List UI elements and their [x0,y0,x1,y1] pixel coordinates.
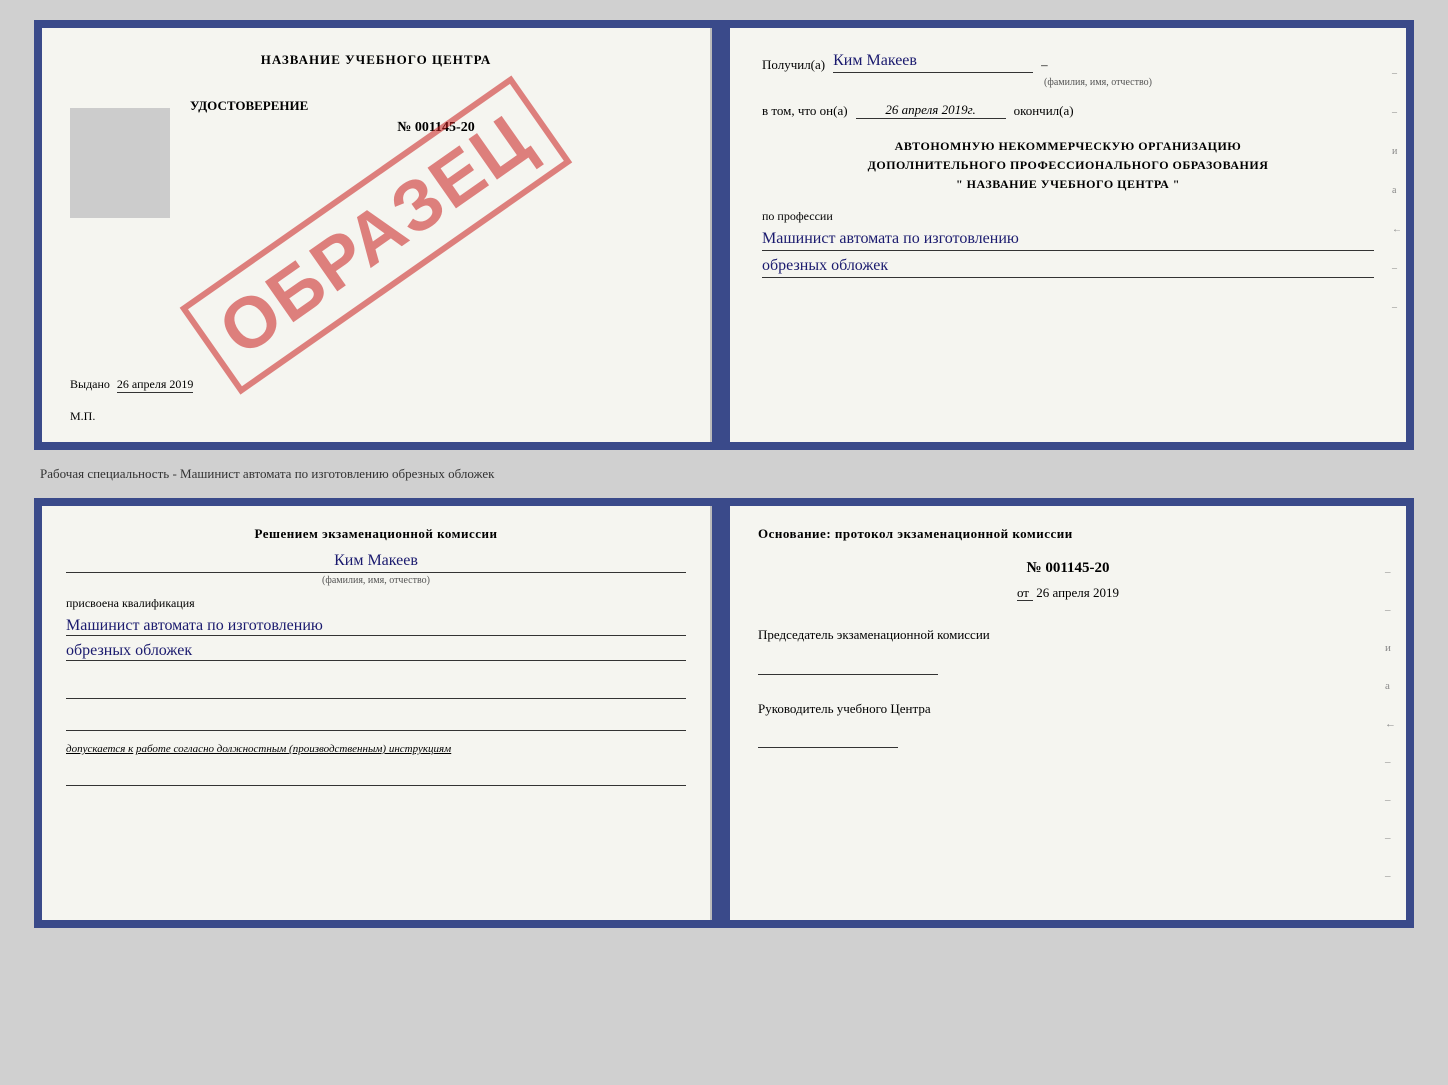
dash-after-name: – [1041,57,1048,73]
top-right-page: Получил(а) Ким Макеев – (фамилия, имя, о… [730,28,1406,442]
org-line1: АВТОНОМНУЮ НЕКОММЕРЧЕСКУЮ ОРГАНИЗАЦИЮ [762,137,1374,156]
date-line: в том, что он(а) 26 апреля 2019г. окончи… [762,102,1374,119]
date-prefix: в том, что он(а) [762,103,848,119]
date-from: от [1017,585,1033,601]
training-center-title: НАЗВАНИЕ УЧЕБНОГО ЦЕНТРА [70,52,682,68]
side-dash-marks: – – и а ← – – – – [1385,566,1396,882]
recipient-name: Ким Макеев [833,52,1033,73]
org-line2: ДОПОЛНИТЕЛЬНОГО ПРОФЕССИОНАЛЬНОГО ОБРАЗО… [762,156,1374,175]
protocol-num: № 001145-20 [758,560,1378,577]
cert-info: УДОСТОВЕРЕНИЕ № 001145-20 [190,98,682,156]
commission-chair-label: Председатель экзаменационной комиссии [758,625,1378,645]
cert-title: УДОСТОВЕРЕНИЕ [190,98,682,114]
qual-label: присвоена квалификация [66,596,686,611]
org-block: АВТОНОМНУЮ НЕКОММЕРЧЕСКУЮ ОРГАНИЗАЦИЮ ДО… [762,137,1374,195]
bottom-document: Решением экзаменационной комиссии Ким Ма… [34,498,1414,928]
bot-left-page: Решением экзаменационной комиссии Ким Ма… [42,506,712,920]
recipient-line: Получил(а) Ким Макеев – [762,52,1374,73]
top-spine [712,28,730,442]
decision-text: Решением экзаменационной комиссии [66,526,686,542]
profession-line1: Машинист автомата по изготовлению [762,230,1374,251]
sig-line-1 [66,675,686,699]
bot-right-page: Основание: протокол экзаменационной коми… [730,506,1406,920]
qual-line2: обрезных обложек [66,642,686,661]
issued-label: Выдано [70,377,110,391]
top-left-page: НАЗВАНИЕ УЧЕБНОГО ЦЕНТРА УДОСТОВЕРЕНИЕ №… [42,28,712,442]
director-label: Руководитель учебного Центра [758,699,1378,719]
allow-prefix: допускается к [66,743,133,755]
bot-person-name: Ким Макеев [66,552,686,570]
date-suffix: окончил(а) [1014,103,1074,119]
photo-placeholder [70,108,170,218]
issued-date: 26 апреля 2019 [117,377,193,393]
org-line3: " НАЗВАНИЕ УЧЕБНОГО ЦЕНТРА " [762,175,1374,194]
cert-number: № 001145-20 [190,120,682,136]
chair-signature-line [758,651,938,675]
final-line [66,766,686,786]
allow-text: допускается к работе согласно должностны… [66,741,686,758]
allow-underline: работе согласно должностным (производств… [136,743,451,755]
qual-line1: Машинист автомата по изготовлению [66,617,686,636]
received-label: Получил(а) [762,57,825,73]
date-value: 26 апреля 2019г. [856,102,1006,119]
bot-spine [712,506,730,920]
basis-text: Основание: протокол экзаменационной коми… [758,526,1378,542]
sig-lines [66,675,686,731]
top-document: НАЗВАНИЕ УЧЕБНОГО ЦЕНТРА УДОСТОВЕРЕНИЕ №… [34,20,1414,450]
sig-line-2 [66,707,686,731]
fio-subtitle: (фамилия, имя, отчество) [822,77,1374,88]
between-label: Рабочая специальность - Машинист автомат… [20,466,494,482]
bot-person-subtitle: (фамилия, имя, отчество) [66,572,686,586]
mp-label: М.П. [70,409,95,424]
protocol-date: от 26 апреля 2019 [758,585,1378,601]
issued-line: Выдано 26 апреля 2019 [70,377,193,392]
director-signature-line [758,724,898,748]
protocol-date-val: 26 апреля 2019 [1036,585,1119,600]
right-edge-marks: – – и а ← – – [1392,68,1402,313]
profession-label: по профессии [762,209,1374,224]
profession-line2: обрезных обложек [762,257,1374,278]
